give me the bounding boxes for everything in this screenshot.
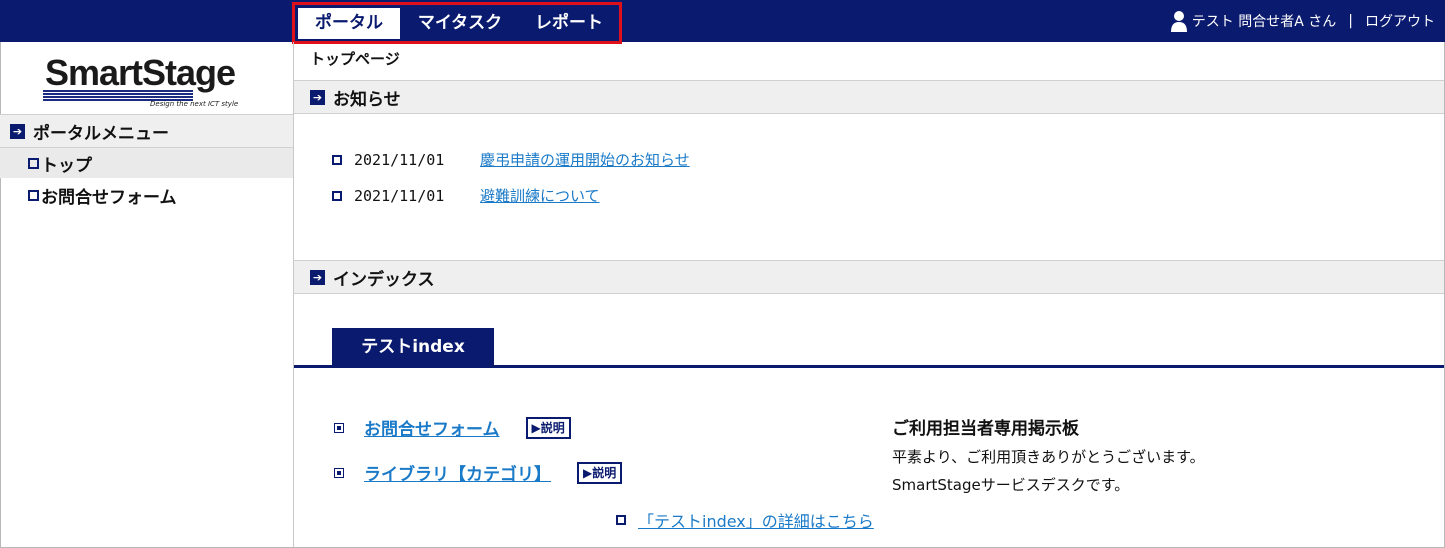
sidebar-item-label: お問合せフォーム <box>41 187 177 208</box>
explain-button[interactable]: ▶説明 <box>577 461 623 484</box>
news-section-title: お知らせ <box>333 89 401 110</box>
index-detail-link[interactable]: 「テストindex」の詳細はこちら <box>638 508 874 532</box>
square-bullet-icon <box>28 189 39 201</box>
board-text: SmartStageサービスデスクです。 <box>892 476 1130 494</box>
news-date: 2021/11/01 <box>354 150 445 169</box>
detail-link-row: 「テストindex」の詳細はこちら <box>616 508 874 532</box>
portal-menu-header: ➔ ポータルメニュー <box>0 114 293 148</box>
square-bullet-icon <box>332 190 342 201</box>
arrow-right-icon: ➔ <box>10 123 25 139</box>
news-link[interactable]: 慶弔申請の運用開始のお知らせ <box>480 149 690 170</box>
user-name: テスト 問合せ者A さん <box>1191 14 1337 30</box>
news-item: 2021/11/01 慶弔申請の運用開始のお知らせ <box>332 149 690 170</box>
news-section-header: ➔ お知らせ <box>294 80 1444 114</box>
logo-tagline: Design the next ICT style <box>150 100 239 108</box>
index-section-title: インデックス <box>333 269 435 290</box>
nav-highlight-outline <box>292 2 622 44</box>
square-bullet-icon <box>616 515 626 525</box>
sidebar: SmartStage Design the next ICT style ➔ ポ… <box>0 42 294 547</box>
square-bullet-icon <box>332 154 342 165</box>
square-bullet-icon <box>334 422 344 433</box>
news-link[interactable]: 避難訓練について <box>480 185 600 206</box>
user-icon <box>1170 11 1187 32</box>
index-section-header: ➔ インデックス <box>294 260 1444 294</box>
index-link-inquiry-form[interactable]: お問合せフォーム <box>364 415 500 440</box>
sidebar-item-top[interactable]: トップ <box>0 148 293 178</box>
arrow-right-icon: ➔ <box>310 89 325 105</box>
separator: | <box>1348 13 1353 29</box>
board-text: 平素より、ご利用頂きありがとうございます。 <box>892 448 1205 466</box>
index-link-library[interactable]: ライブラリ【カテゴリ】 <box>364 460 551 485</box>
news-date: 2021/11/01 <box>354 186 445 205</box>
sidebar-item-label: トップ <box>41 155 92 176</box>
portal-menu-title: ポータルメニュー <box>33 123 169 144</box>
smartstage-logo[interactable]: SmartStage Design the next ICT style <box>40 52 240 110</box>
main-content: トップページ ➔ お知らせ 2021/11/01 慶弔申請の運用開始のお知らせ … <box>294 42 1444 547</box>
square-bullet-icon <box>28 157 39 169</box>
logout-link[interactable]: ログアウト <box>1365 11 1435 31</box>
tab-test-index[interactable]: テストindex <box>332 328 494 366</box>
news-item: 2021/11/01 避難訓練について <box>332 185 600 206</box>
breadcrumb: トップページ <box>310 50 400 68</box>
notice-board: ご利用担当者専用掲示板 平素より、ご利用頂きありがとうございます。 SmartS… <box>892 415 1205 499</box>
logo-text: SmartStage <box>44 52 236 93</box>
user-area: テスト 問合せ者A さん | ログアウト <box>1170 0 1435 42</box>
index-tab-underline <box>294 365 1444 368</box>
arrow-right-icon: ➔ <box>310 269 325 285</box>
sidebar-item-inquiry-form[interactable]: お問合せフォーム <box>0 180 293 210</box>
board-title: ご利用担当者専用掲示板 <box>892 419 1079 439</box>
index-item: ライブラリ【カテゴリ】 ▶説明 <box>334 460 623 485</box>
index-item: お問合せフォーム ▶説明 <box>334 415 571 440</box>
explain-button[interactable]: ▶説明 <box>525 416 571 439</box>
square-bullet-icon <box>334 467 344 478</box>
